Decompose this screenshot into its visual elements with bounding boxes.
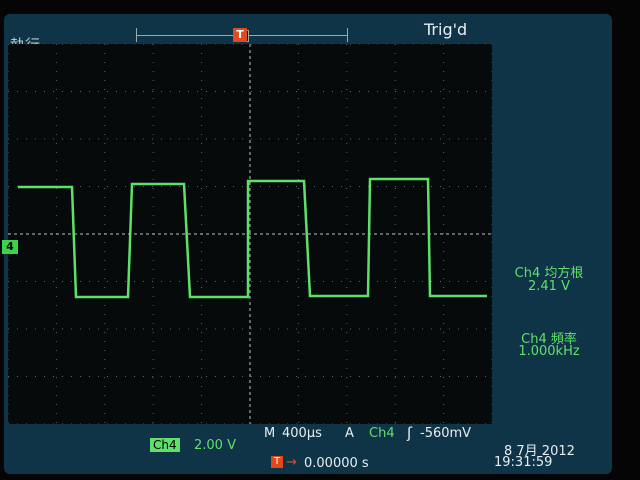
horizontal-position-value: 0.00000 s [304, 456, 369, 471]
measurement-2-value: 1.000kHz [518, 344, 580, 359]
time-display: 19:31:59 [494, 455, 553, 470]
trigger-position-marker: T [233, 28, 247, 42]
trigger-level: -560mV [420, 426, 472, 441]
trigger-label: A [345, 426, 354, 441]
waveform-display [8, 44, 492, 424]
rising-edge-icon: ʃ [407, 424, 413, 442]
ch4-ground-marker: 4 [2, 240, 18, 254]
trigger-status: Trig'd [424, 20, 468, 39]
ch4-vertical-scale: 2.00 V [194, 438, 236, 453]
timebase-label: M [264, 426, 276, 441]
ch4-badge: Ch4 [150, 438, 180, 452]
ch4-waveform-trace [18, 177, 487, 299]
timebase-value: 400µs [282, 426, 322, 441]
horizontal-position-icon: T [271, 456, 283, 468]
measurement-1-value: 2.41 V [528, 279, 570, 294]
arrow-right-icon: → [286, 455, 297, 470]
graticule-lines [8, 44, 492, 424]
trigger-channel: Ch4 [369, 426, 395, 441]
